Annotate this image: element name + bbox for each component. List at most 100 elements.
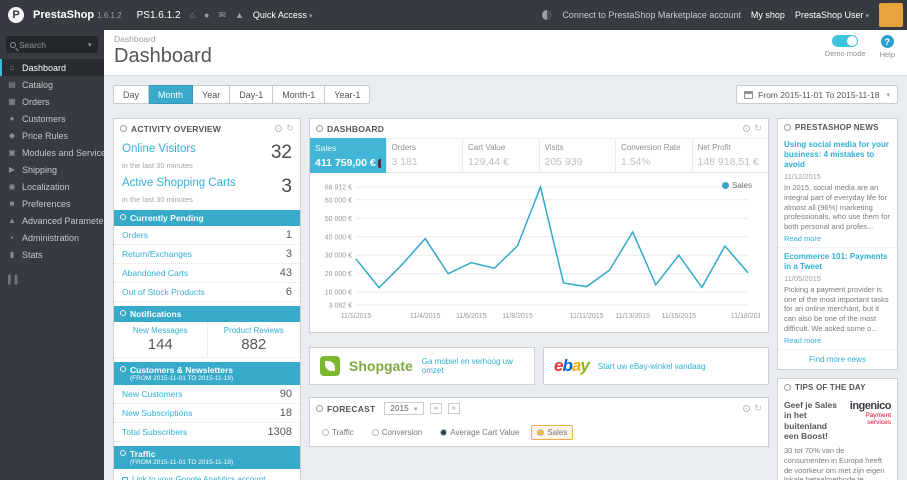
shopgate-ad[interactable]: Shopgate Ga mobiel en verhoog uw omzet [309, 347, 535, 385]
sidebar-item-advanced-parameters[interactable]: ▲ Advanced Parameters [0, 212, 104, 229]
bell-icon [120, 310, 126, 316]
gear-icon[interactable] [743, 125, 751, 132]
sidebar-item-administration[interactable]: ▪ Administration [0, 229, 104, 246]
refresh-icon[interactable]: ↻ [754, 123, 762, 134]
article-title[interactable]: Using social media for your business: 4 … [784, 140, 891, 170]
sidebar-collapse-button[interactable]: ▌▌ [0, 263, 104, 296]
prev-arrow-icon[interactable]: « [429, 403, 442, 414]
sidebar-item-dashboard[interactable]: ⌂ Dashboard [0, 59, 104, 76]
sidebar-item-label: Modules and Services [22, 147, 104, 158]
sidebar-item-localization[interactable]: ◉ Localization [0, 178, 104, 195]
mail-icon[interactable]: ✉ [218, 10, 226, 21]
rocket-icon[interactable]: ▲ [235, 10, 244, 20]
panel-title: PrestaShop News [795, 123, 879, 132]
partner-ads: Shopgate Ga mobiel en verhoog uw omzet e… [309, 347, 769, 385]
breadcrumb: Dashboard [114, 34, 156, 44]
sidebar-item-modules[interactable]: ▣ Modules and Services [0, 144, 104, 161]
forecast-chip-traffic[interactable]: Traffic [316, 425, 360, 440]
kpi-label: Sales [315, 143, 337, 153]
sidebar-item-stats[interactable]: ▮ Stats [0, 246, 104, 263]
customers-row-total-subscribers[interactable]: Total Subscribers 1308 [114, 423, 300, 442]
sidebar-item-shipping[interactable]: ▶ Shipping [0, 161, 104, 178]
my-shop-link[interactable]: My shop [751, 10, 785, 20]
date-range-picker[interactable]: From 2015-11-01 To 2015-11-18 ▾ [736, 85, 898, 104]
filter-year-1-button[interactable]: Year-1 [325, 85, 371, 104]
ingenico-subtitle: Payment services [865, 411, 891, 426]
filter-month-1-button[interactable]: Month-1 [273, 85, 326, 104]
shopgate-link[interactable]: Ga mobiel en verhoog uw omzet [422, 357, 524, 375]
tax-note-badge: tax excl. [377, 159, 381, 168]
next-arrow-icon[interactable]: » [447, 403, 460, 414]
filter-year-button[interactable]: Year [193, 85, 231, 104]
row-value: 3 [285, 248, 292, 260]
quick-access-menu[interactable]: Quick Access ▾ [253, 10, 313, 20]
panel-title: Forecast [327, 403, 376, 414]
pending-row-orders[interactable]: Orders 1 [114, 226, 300, 245]
sidebar-item-customers[interactable]: ● Customers [0, 110, 104, 127]
avatar[interactable] [879, 3, 903, 27]
sidebar-item-label: Localization [22, 181, 70, 192]
active-carts-sub: in the last 30 minutes [122, 195, 193, 204]
customers-row-new-subscriptions[interactable]: New Subscriptions 18 [114, 404, 300, 423]
sidebar-item-catalog[interactable]: ▤ Catalog [0, 76, 104, 93]
ebay-ad[interactable]: ebay Start uw eBay-winkel vandaag [543, 347, 769, 385]
sidebar-item-label: Orders [22, 96, 50, 107]
read-more-link[interactable]: Read more [784, 336, 891, 345]
user-menu[interactable]: PrestaShop User ▾ [795, 10, 869, 20]
product-reviews-cell[interactable]: Product Reviews 882 [206, 322, 301, 357]
shopgate-logo-icon [320, 356, 340, 376]
active-carts-label[interactable]: Active Shopping Carts [122, 177, 236, 189]
kpi-tab-net-profit[interactable]: Net Profit 148 918,51 € [693, 139, 769, 172]
refresh-icon[interactable]: ↻ [286, 123, 294, 134]
kpi-tab-cart-value[interactable]: Cart Value 129,44 € [463, 139, 540, 172]
marketplace-link[interactable]: Connect to PrestaShop Marketplace accoun… [562, 10, 741, 20]
search-input[interactable] [19, 39, 83, 50]
sliders-icon: ■ [9, 199, 15, 208]
gear-icon[interactable] [743, 405, 751, 412]
pending-row-returns[interactable]: Return/Exchanges 3 [114, 245, 300, 264]
pending-row-out-of-stock[interactable]: Out of Stock Products 6 [114, 283, 300, 302]
calendar-icon [744, 90, 754, 99]
forecast-chip-conversion[interactable]: Conversion [366, 425, 428, 440]
find-more-news-link[interactable]: Find more news [778, 350, 897, 369]
filter-day-1-button[interactable]: Day-1 [230, 85, 274, 104]
read-more-link[interactable]: Read more [784, 234, 891, 243]
lock-icon: ▪ [10, 233, 14, 242]
forecast-chip-average-cart-value[interactable]: Average Cart Value [434, 425, 525, 440]
news-article: Ecommerce 101: Payments in a Tweet 11/05… [778, 248, 897, 350]
forecast-chip-sales[interactable]: Sales [531, 425, 574, 440]
filter-month-button[interactable]: Month [149, 85, 194, 104]
date-preset-group: Day Month Year Day-1 Month-1 Year-1 [113, 85, 371, 104]
demo-mode-toggle[interactable] [832, 35, 859, 47]
ebay-letter: b [562, 356, 572, 375]
google-analytics-link[interactable]: Link to your Google Analytics account [114, 469, 300, 480]
article-excerpt: In 2015, social media are an integral pa… [784, 183, 890, 231]
clock-icon [120, 214, 126, 220]
forecast-year-select[interactable]: 2015 ▾ [384, 402, 424, 415]
shop-icon[interactable]: ⌂ [190, 10, 195, 20]
brand-name: PrestaShop [33, 9, 95, 21]
gear-icon[interactable] [275, 125, 283, 132]
page-header: Dashboard Dashboard Demo mode ? Help [104, 30, 907, 76]
ebay-link[interactable]: Start uw eBay-winkel vandaag [598, 362, 706, 371]
customers-row-new-customers[interactable]: New Customers 90 [114, 385, 300, 404]
article-title[interactable]: Ecommerce 101: Payments in a Tweet [784, 252, 891, 272]
kpi-tab-sales[interactable]: Sales 411 759,00 €tax excl. [310, 138, 387, 173]
sidebar-item-price-rules[interactable]: ◆ Price Rules [0, 127, 104, 144]
shop-name[interactable]: PS1.6.1.2 [137, 10, 181, 21]
refresh-icon[interactable]: ↻ [754, 403, 762, 414]
pending-row-abandoned-carts[interactable]: Abandoned Carts 43 [114, 264, 300, 283]
sidebar-item-orders[interactable]: ▦ Orders [0, 93, 104, 110]
user-icon[interactable]: ● [204, 10, 209, 20]
section-title: Traffic (FROM 2015-11-01 TO 2015-11-18) [130, 449, 233, 466]
help-icon[interactable]: ? [880, 35, 894, 48]
kpi-tab-orders[interactable]: Orders 3 181 [387, 139, 463, 172]
filter-day-button[interactable]: Day [113, 85, 150, 104]
kpi-tab-conversion-rate[interactable]: Conversion Rate 1.54% [616, 139, 693, 172]
kpi-tab-visits[interactable]: Visits 205 939 [540, 139, 616, 172]
online-visitors-label[interactable]: Online Visitors [122, 143, 196, 155]
sidebar-item-preferences[interactable]: ■ Preferences [0, 195, 104, 212]
new-messages-cell[interactable]: New Messages 144 [114, 322, 207, 357]
demo-mode-label: Demo mode [824, 49, 866, 58]
sidebar-search[interactable]: ▾ [6, 36, 98, 53]
